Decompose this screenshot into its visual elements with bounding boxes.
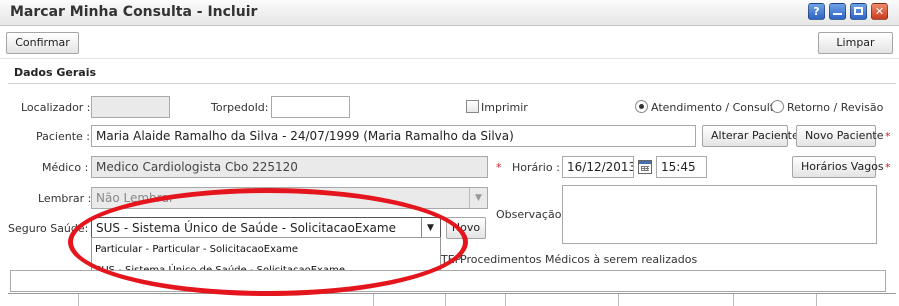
required-marker: *	[885, 130, 891, 143]
retorno-label: Retorno / Revisão	[787, 101, 884, 114]
lembrar-value: Não Lembrar	[96, 191, 174, 205]
confirm-button[interactable]: Confirmar	[6, 32, 79, 54]
seguro-label: Seguro Saúde:	[8, 222, 89, 235]
novo-paciente-button[interactable]: Novo Paciente	[796, 125, 884, 147]
calendar-icon[interactable]	[638, 160, 652, 174]
atendimento-label: Atendimento / Consulta	[651, 101, 781, 114]
observacao-label: Observação	[496, 208, 562, 221]
torpedo-label: TorpedoId:	[211, 101, 269, 114]
localizador-field	[91, 96, 170, 118]
atendimento-radio[interactable]	[635, 100, 648, 113]
horarios-vagos-button[interactable]: Horários Vagos	[792, 156, 884, 178]
window-title: Marcar Minha Consulta - Incluir	[10, 4, 258, 20]
torpedo-field[interactable]	[271, 96, 350, 118]
table-column	[445, 294, 446, 306]
dropdown-option[interactable]: Particular - Particular - SolicitacaoExa…	[95, 244, 298, 255]
table-column	[618, 294, 619, 306]
section-divider	[8, 83, 896, 84]
clear-button[interactable]: Limpar	[818, 32, 893, 54]
imprimir-checkbox[interactable]	[466, 100, 479, 113]
seguro-select[interactable]: SUS - Sistema Único de Saúde - Solicitac…	[91, 217, 441, 239]
medico-label: Médico :	[42, 161, 89, 174]
observacao-textarea[interactable]	[562, 185, 877, 244]
table-column	[78, 294, 79, 306]
minimize-icon[interactable]	[829, 3, 846, 20]
section-title: Dados Gerais	[14, 66, 97, 79]
title-bar: Marcar Minha Consulta - Incluir ? ✕	[0, 0, 899, 26]
seguro-value: SUS - Sistema Único de Saúde - Solicitac…	[96, 221, 396, 235]
table-column	[505, 294, 506, 306]
time-field[interactable]: 15:45	[656, 156, 707, 178]
date-field[interactable]: 16/12/2013	[562, 156, 634, 178]
imprimir-label: Imprimir	[481, 101, 528, 114]
procedimentos-field[interactable]	[10, 270, 886, 292]
localizador-label: Localizador :	[21, 101, 91, 114]
table-column	[733, 294, 734, 306]
procedimentos-prefix: TEP	[441, 253, 462, 266]
required-marker: *	[496, 161, 502, 174]
help-icon[interactable]: ?	[808, 3, 825, 20]
close-icon[interactable]: ✕	[871, 3, 888, 20]
lembrar-select: Não Lembrar	[91, 187, 488, 209]
toolbar-divider	[0, 58, 899, 59]
medico-field: Medico Cardiologista Cbo 225120	[91, 156, 488, 178]
procedimentos-label: Procedimentos Médicos à serem realizados	[460, 253, 698, 266]
seguro-novo-button[interactable]: Novo	[446, 217, 486, 239]
paciente-field[interactable]: Maria Alaide Ramalho da Silva - 24/07/19…	[91, 125, 696, 147]
maximize-icon[interactable]	[850, 3, 867, 20]
procedimentos-table-header	[8, 293, 896, 306]
chevron-down-icon[interactable]: ▼	[421, 218, 439, 238]
required-marker: *	[885, 161, 891, 174]
lembrar-label: Lembrar :	[38, 192, 92, 205]
alterar-paciente-button[interactable]: Alterar Paciente	[702, 125, 799, 147]
table-column	[816, 294, 817, 306]
chevron-down-icon: ▼	[469, 188, 487, 208]
table-column	[373, 294, 374, 306]
paciente-label: Paciente :	[36, 130, 91, 143]
retorno-radio[interactable]	[771, 100, 784, 113]
horario-label: Horário :	[512, 161, 560, 174]
